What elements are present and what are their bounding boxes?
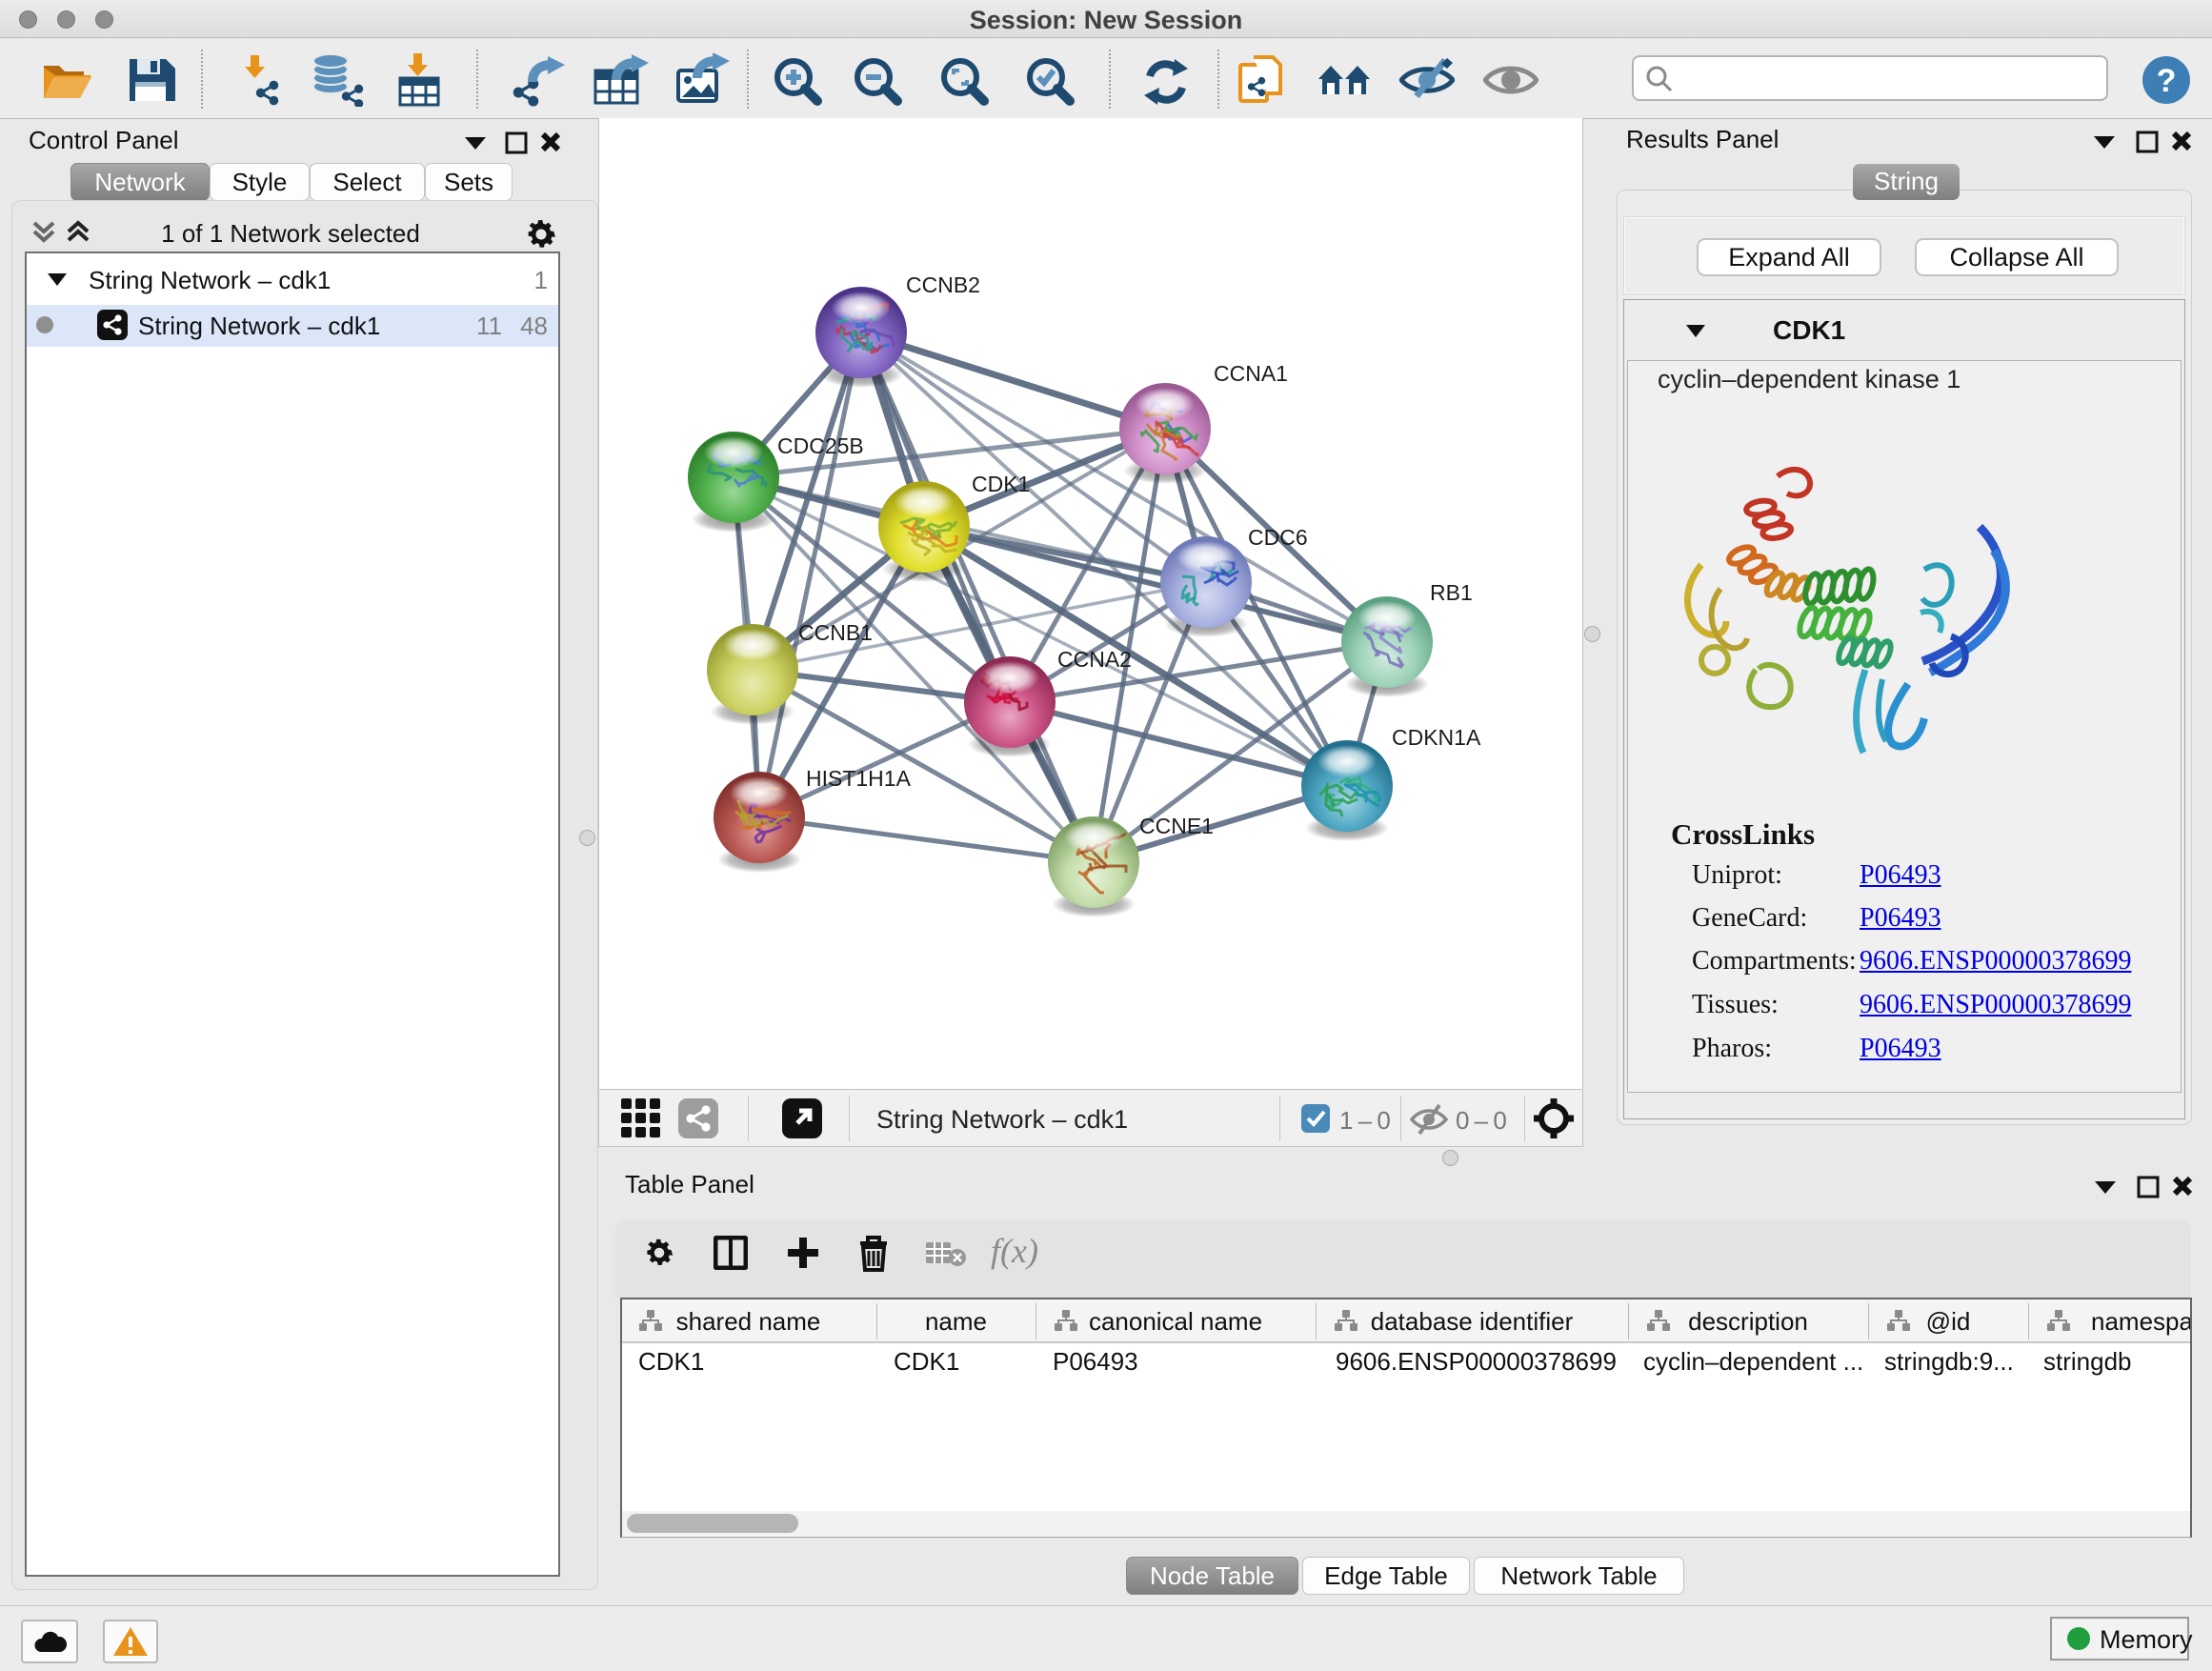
svg-text:CDC25B: CDC25B: [777, 433, 864, 458]
svg-text:CCNB2: CCNB2: [906, 272, 980, 297]
svg-text:?: ?: [2157, 63, 2177, 99]
svg-text:CCNA1: CCNA1: [1214, 361, 1288, 386]
svg-text:RB1: RB1: [1430, 580, 1473, 605]
svg-text:CCNE1: CCNE1: [1139, 814, 1214, 838]
svg-text:HIST1H1A: HIST1H1A: [806, 766, 912, 791]
svg-text:CDK1: CDK1: [972, 472, 1030, 496]
svg-text:CDKN1A: CDKN1A: [1392, 725, 1481, 750]
svg-text:CDC6: CDC6: [1248, 525, 1308, 550]
svg-text:CCNA2: CCNA2: [1057, 647, 1132, 672]
svg-text:CCNB1: CCNB1: [798, 620, 873, 645]
